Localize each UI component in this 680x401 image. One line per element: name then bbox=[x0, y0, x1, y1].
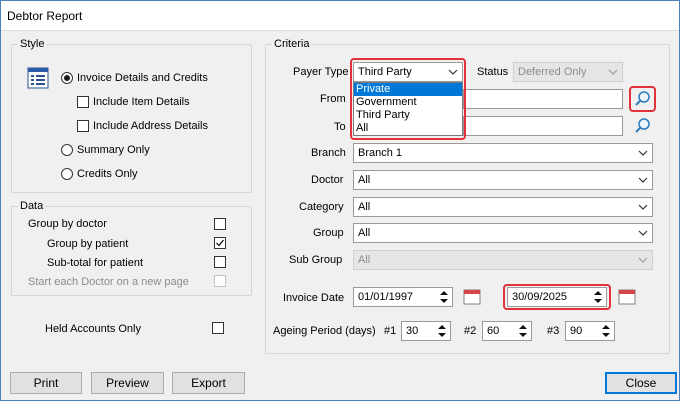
branch-label: Branch bbox=[311, 147, 346, 159]
category-combo[interactable]: All bbox=[353, 197, 653, 217]
branch-combo[interactable]: Branch 1 bbox=[353, 143, 653, 163]
close-button[interactable]: Close bbox=[605, 372, 677, 394]
title-bar[interactable]: Debtor Report bbox=[1, 1, 679, 31]
ageing3-input[interactable]: 90 bbox=[565, 321, 615, 341]
from-label: From bbox=[320, 93, 346, 105]
calendar-icon bbox=[618, 289, 636, 305]
spinner-icon[interactable] bbox=[435, 323, 449, 339]
group-by-doctor-checkbox[interactable] bbox=[214, 218, 226, 230]
spinner-icon[interactable] bbox=[437, 289, 451, 305]
subgroup-value: All bbox=[358, 254, 371, 266]
invoice-date-to-input[interactable]: 30/09/2025 bbox=[507, 287, 607, 307]
payer-type-value: Third Party bbox=[358, 66, 412, 78]
payer-option-private[interactable]: Private bbox=[354, 83, 462, 96]
status-combo: Deferred Only bbox=[513, 62, 623, 82]
spinner-icon[interactable] bbox=[516, 323, 530, 339]
chevron-down-icon bbox=[448, 69, 458, 75]
magnifier-icon bbox=[635, 91, 650, 106]
include-item-label: Include Item Details bbox=[93, 96, 190, 108]
subtotal-patient-label: Sub-total for patient bbox=[47, 257, 144, 269]
payer-type-label: Payer Type bbox=[293, 66, 349, 78]
payer-type-dropdown-list[interactable]: Private Government Third Party All bbox=[353, 82, 463, 136]
debtor-report-window: Debtor Report Style Invoice Details and … bbox=[0, 0, 680, 401]
spinner-icon[interactable] bbox=[599, 323, 613, 339]
payer-option-government[interactable]: Government bbox=[354, 96, 462, 109]
from-search-button[interactable] bbox=[633, 89, 653, 109]
invoice-details-label: Invoice Details and Credits bbox=[77, 72, 208, 84]
ageing2-input[interactable]: 60 bbox=[482, 321, 532, 341]
chevron-down-icon bbox=[638, 257, 648, 263]
to-search-button[interactable] bbox=[633, 116, 653, 136]
print-button[interactable]: Print bbox=[10, 372, 82, 394]
chevron-down-icon bbox=[608, 69, 618, 75]
preview-button[interactable]: Preview bbox=[91, 372, 164, 394]
subgroup-label: Sub Group bbox=[289, 254, 343, 266]
chevron-down-icon bbox=[638, 230, 648, 236]
to-label: To bbox=[334, 121, 346, 133]
subtotal-patient-checkbox[interactable] bbox=[214, 256, 226, 268]
checkmark-icon bbox=[216, 239, 224, 247]
window-title: Debtor Report bbox=[7, 9, 83, 23]
payer-option-third-party[interactable]: Third Party bbox=[354, 109, 462, 122]
ageing1-label: #1 bbox=[384, 325, 397, 337]
category-label: Category bbox=[299, 201, 344, 213]
chevron-down-icon bbox=[638, 177, 648, 183]
report-list-icon bbox=[27, 67, 49, 89]
held-accounts-checkbox[interactable] bbox=[212, 322, 224, 334]
group-combo[interactable]: All bbox=[353, 223, 653, 243]
status-label: Status bbox=[477, 66, 509, 78]
summary-only-radio[interactable] bbox=[61, 144, 73, 156]
doctor-label: Doctor bbox=[311, 174, 344, 186]
style-legend: Style bbox=[20, 38, 45, 50]
doctor-combo[interactable]: All bbox=[353, 170, 653, 190]
invoice-details-radio[interactable] bbox=[61, 72, 73, 84]
invoice-date-to-value: 30/09/2025 bbox=[512, 291, 568, 303]
include-address-checkbox[interactable] bbox=[77, 120, 89, 132]
credits-only-radio[interactable] bbox=[61, 168, 73, 180]
doctor-value: All bbox=[358, 174, 371, 186]
group-value: All bbox=[358, 227, 371, 239]
group-label: Group bbox=[313, 227, 344, 239]
payer-type-combo[interactable]: Third Party bbox=[353, 62, 463, 82]
subgroup-combo: All bbox=[353, 250, 653, 270]
invoice-date-from-value: 01/01/1997 bbox=[358, 291, 414, 303]
category-value: All bbox=[358, 201, 371, 213]
invoice-date-label: Invoice Date bbox=[283, 292, 345, 304]
credits-only-label: Credits Only bbox=[77, 168, 138, 180]
magnifier-icon bbox=[635, 118, 650, 133]
invoice-date-from-calendar-button[interactable] bbox=[462, 287, 482, 307]
ageing3-value: 90 bbox=[570, 325, 583, 337]
chevron-down-icon bbox=[638, 204, 648, 210]
group-by-patient-checkbox[interactable] bbox=[214, 237, 226, 249]
ageing1-input[interactable]: 30 bbox=[401, 321, 451, 341]
export-button[interactable]: Export bbox=[172, 372, 245, 394]
start-each-doctor-checkbox bbox=[214, 275, 226, 287]
branch-value: Branch 1 bbox=[358, 147, 403, 159]
invoice-date-from-input[interactable]: 01/01/1997 bbox=[353, 287, 453, 307]
spinner-icon[interactable] bbox=[591, 289, 605, 305]
summary-only-label: Summary Only bbox=[77, 144, 150, 156]
ageing1-value: 30 bbox=[406, 325, 419, 337]
to-input[interactable] bbox=[463, 116, 623, 136]
include-item-checkbox[interactable] bbox=[77, 96, 89, 108]
start-each-doctor-label: Start each Doctor on a new page bbox=[28, 276, 189, 288]
from-input[interactable] bbox=[463, 89, 623, 109]
ageing2-label: #2 bbox=[464, 325, 477, 337]
chevron-down-icon bbox=[638, 150, 648, 156]
held-accounts-label: Held Accounts Only bbox=[45, 323, 141, 335]
calendar-icon bbox=[463, 289, 481, 305]
ageing-period-label: Ageing Period (days) bbox=[273, 325, 376, 337]
include-address-label: Include Address Details bbox=[93, 120, 208, 132]
status-value: Deferred Only bbox=[518, 66, 587, 78]
criteria-legend: Criteria bbox=[274, 38, 310, 50]
data-legend: Data bbox=[20, 200, 44, 212]
invoice-date-to-calendar-button[interactable] bbox=[617, 287, 637, 307]
payer-option-all[interactable]: All bbox=[354, 122, 462, 135]
ageing2-value: 60 bbox=[487, 325, 500, 337]
group-by-patient-label: Group by patient bbox=[47, 238, 129, 250]
ageing3-label: #3 bbox=[547, 325, 560, 337]
group-by-doctor-label: Group by doctor bbox=[28, 218, 107, 230]
